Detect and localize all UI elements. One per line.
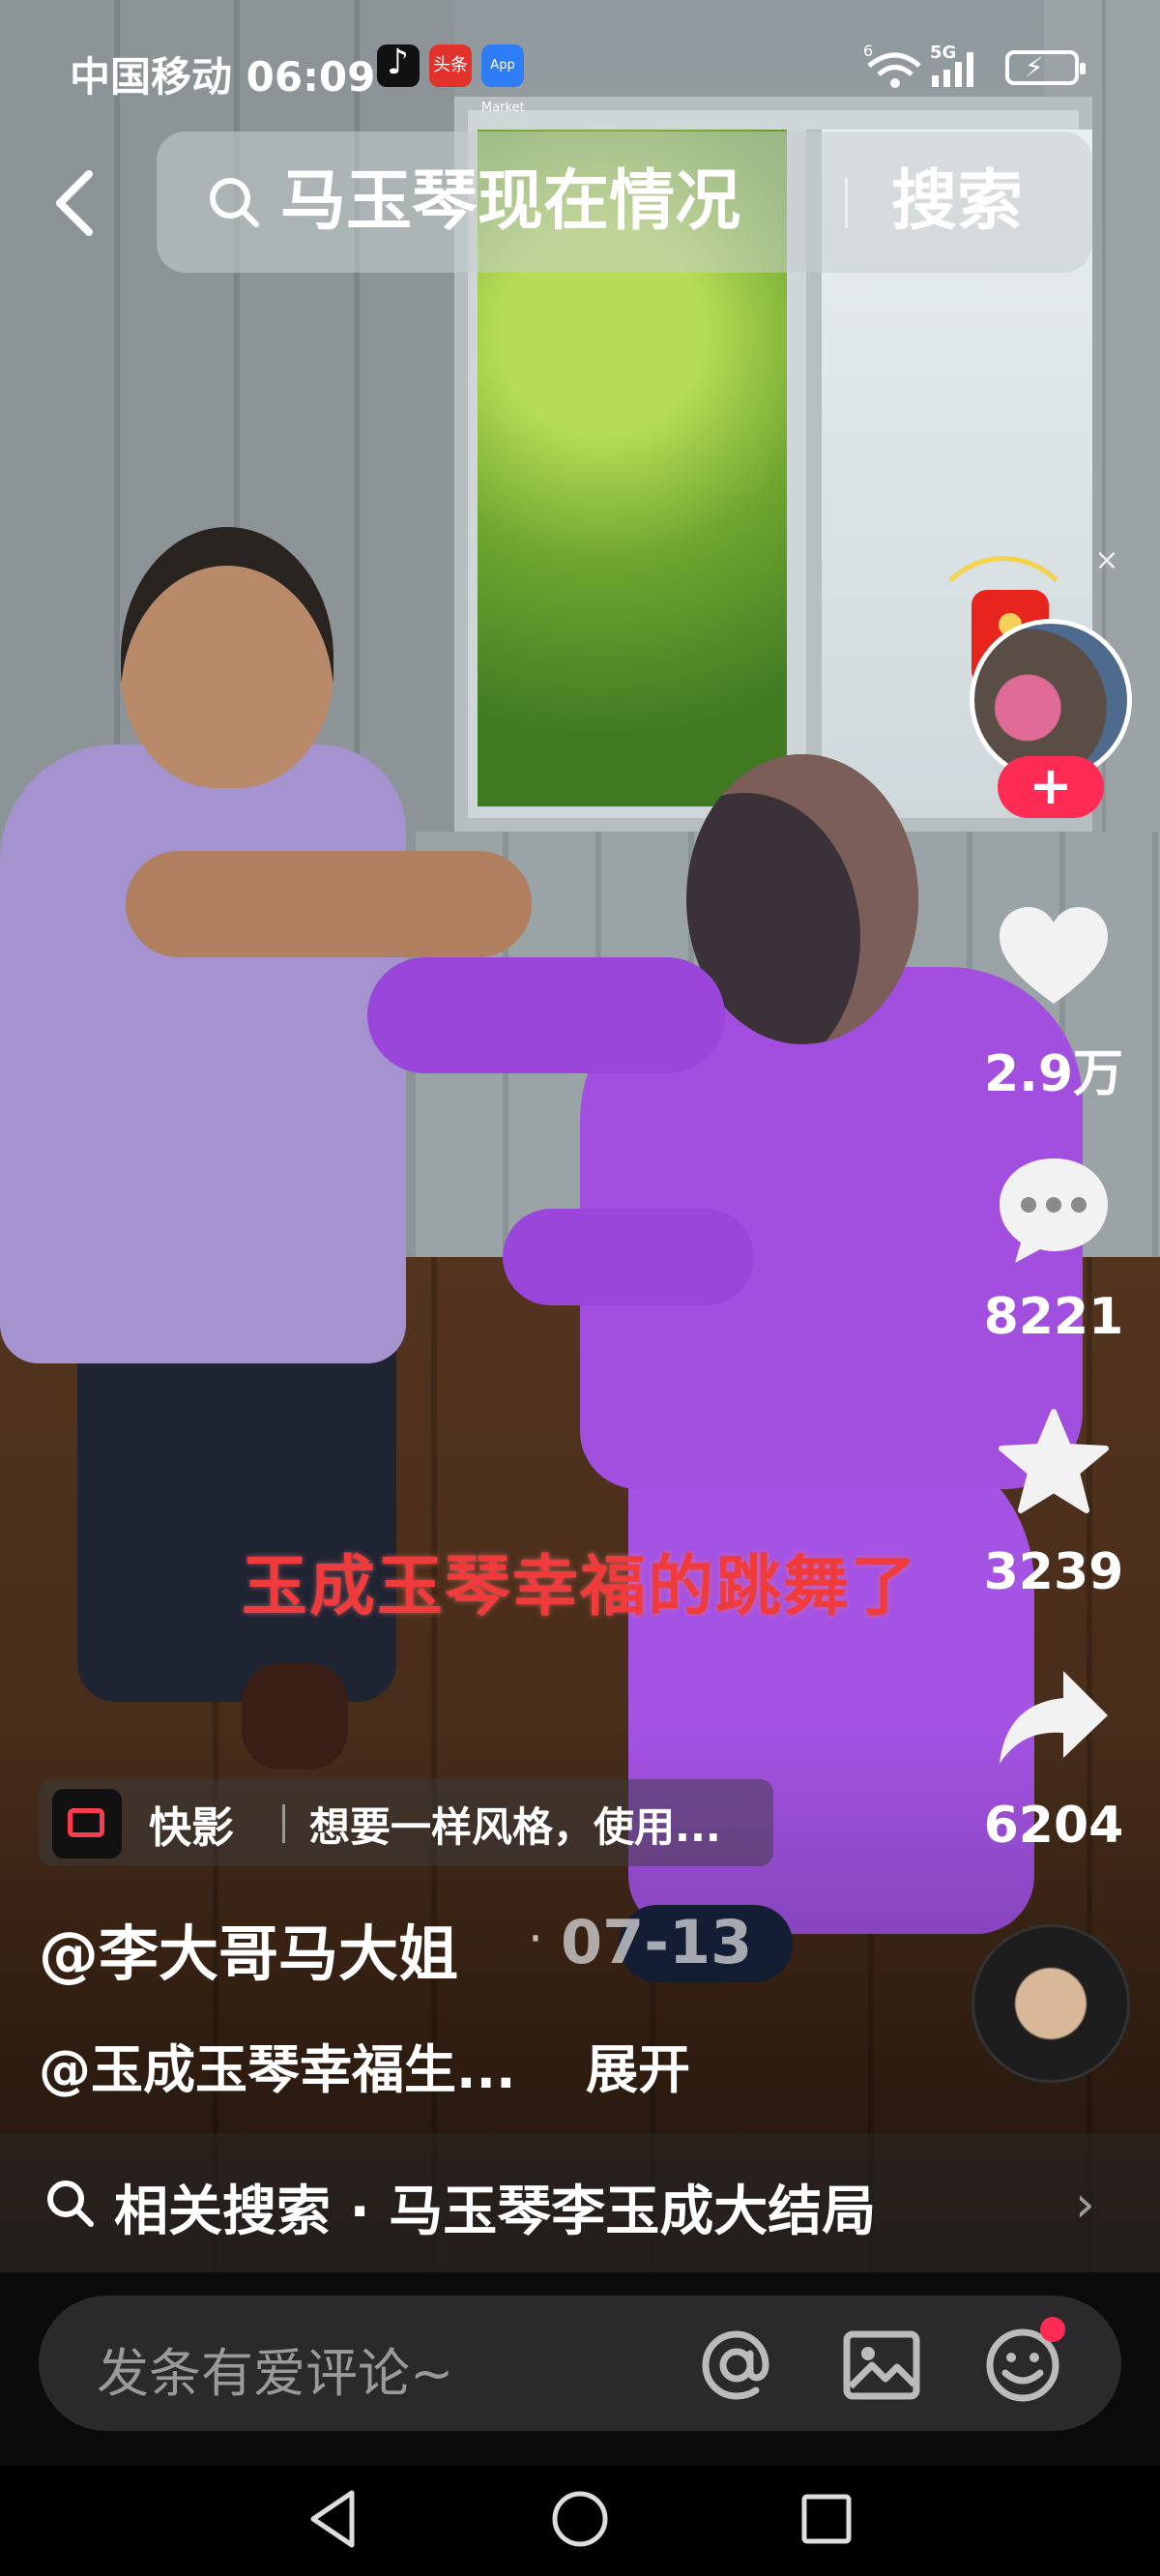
search-bar[interactable]: 马玉琴现在情况 搜索: [157, 132, 1092, 273]
search-button[interactable]: 搜索: [891, 159, 1023, 246]
comment-placeholder: 发条有爱评论~: [97, 2343, 454, 2404]
woman-arm: [367, 957, 725, 1073]
search-icon: [210, 178, 259, 227]
search-icon: [47, 2181, 94, 2227]
comment-area: 发条有爱评论~: [0, 2272, 1160, 2466]
expand-link[interactable]: 展开: [586, 2027, 690, 2103]
star-icon[interactable]: [994, 1404, 1114, 1524]
woman-arm-lower: [503, 1209, 754, 1305]
template-app-name: 快影: [149, 1803, 234, 1853]
post-description[interactable]: @玉成玉琴幸福生...: [39, 2027, 516, 2103]
close-icon[interactable]: ×: [1088, 542, 1126, 580]
chevron-right-icon: ›: [1075, 2176, 1095, 2234]
share-count: 6204: [983, 1797, 1124, 1855]
share-arrow-icon[interactable]: [994, 1659, 1114, 1779]
network-type: 5G: [930, 43, 956, 63]
man-body: [0, 745, 406, 1363]
search-query[interactable]: 马玉琴现在情况: [280, 159, 740, 246]
template-divider: [282, 1804, 285, 1843]
system-nav-bar: [0, 2466, 1160, 2576]
follow-button[interactable]: +: [998, 756, 1104, 818]
related-search-bar[interactable]: 相关搜索 · 马玉琴李玉成大结局 ›: [0, 2133, 1160, 2272]
kuaiying-logo-icon: [52, 1789, 122, 1859]
comment-count: 8221: [983, 1288, 1124, 1346]
comment-icon[interactable]: [994, 1151, 1114, 1271]
image-icon[interactable]: [841, 2325, 922, 2406]
man-head: [121, 527, 334, 788]
home-circle-icon[interactable]: [546, 2485, 614, 2553]
toutiao-icon: 头条: [429, 44, 472, 87]
wifi-badge: 6: [863, 43, 873, 60]
heart-icon[interactable]: [994, 899, 1114, 1019]
app-gallery-icon: App Market: [481, 44, 525, 115]
template-banner[interactable]: 快影 想要一样风格，使用...: [39, 1779, 773, 1866]
cellular-signal-icon: 5G: [930, 43, 973, 87]
battery-icon: ⚡: [1005, 50, 1086, 85]
post-date: 07-13: [561, 1907, 753, 1977]
mention-icon[interactable]: [696, 2325, 777, 2406]
back-arrow-icon[interactable]: [44, 164, 112, 242]
like-count: 2.9万: [983, 1045, 1124, 1103]
carrier-time: 中国移动 06:09: [70, 53, 376, 101]
related-search-text: 相关搜索 · 马玉琴李玉成大结局: [114, 2181, 877, 2243]
music-disc-icon[interactable]: [972, 1924, 1130, 2083]
comment-input[interactable]: 发条有爱评论~: [39, 2296, 1121, 2431]
charging-bolt-icon: ⚡: [1025, 51, 1044, 83]
search-divider: [845, 178, 848, 228]
author-name[interactable]: @李大哥马大姐: [39, 1905, 458, 1992]
man-arm: [126, 851, 532, 957]
back-triangle-icon[interactable]: [300, 2485, 367, 2553]
tiktok-icon: [377, 43, 420, 87]
template-text: 想要一样风格，使用...: [309, 1803, 721, 1851]
wifi-icon: 6: [863, 43, 921, 88]
recents-square-icon[interactable]: [793, 2485, 860, 2553]
favorite-count: 3239: [983, 1543, 1124, 1601]
status-bar: 中国移动 06:09 头条 App Market 6 5G ⚡: [0, 0, 1160, 135]
date-separator: ·: [528, 1911, 543, 1967]
notification-dot: [1040, 2317, 1065, 2342]
